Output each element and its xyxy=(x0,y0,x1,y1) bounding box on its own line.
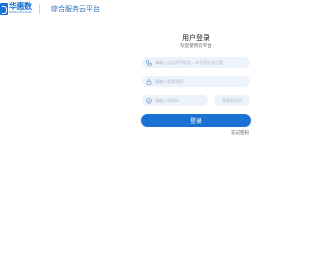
logo-mark-icon xyxy=(0,3,8,15)
forgot-password-link[interactable]: 忘记密码 xyxy=(231,130,249,136)
phone-field[interactable] xyxy=(142,57,250,68)
logo-name: 华惠数 xyxy=(9,2,32,12)
app-title: 综合服务云平台 xyxy=(51,6,100,13)
login-subtitle: 欢迎使用云平台 xyxy=(180,43,212,48)
phone-input[interactable] xyxy=(155,57,250,68)
verification-code-input[interactable] xyxy=(155,95,208,106)
lock-icon xyxy=(146,78,152,85)
brand-logo[interactable]: 华惠数 HUAHUI SHU DATA xyxy=(0,2,34,16)
get-code-button[interactable]: 获取验证码 xyxy=(214,95,250,106)
phone-icon xyxy=(146,59,152,66)
login-title: 用户登录 xyxy=(182,35,210,42)
login-button[interactable]: 登录 xyxy=(141,114,251,127)
login-panel: 用户登录 欢迎使用云平台 获取验证码 登录 忘记密码 xyxy=(141,30,251,140)
header-divider xyxy=(39,4,40,14)
logo-text: 华惠数 HUAHUI SHU DATA xyxy=(9,3,32,15)
verification-code-field[interactable] xyxy=(142,95,208,106)
logo-subtext: HUAHUI SHU DATA xyxy=(9,11,32,15)
password-field[interactable] xyxy=(142,76,250,87)
shield-icon xyxy=(146,97,152,104)
password-input[interactable] xyxy=(155,76,250,87)
top-bar: 华惠数 HUAHUI SHU DATA 综合服务云平台 xyxy=(0,0,258,22)
